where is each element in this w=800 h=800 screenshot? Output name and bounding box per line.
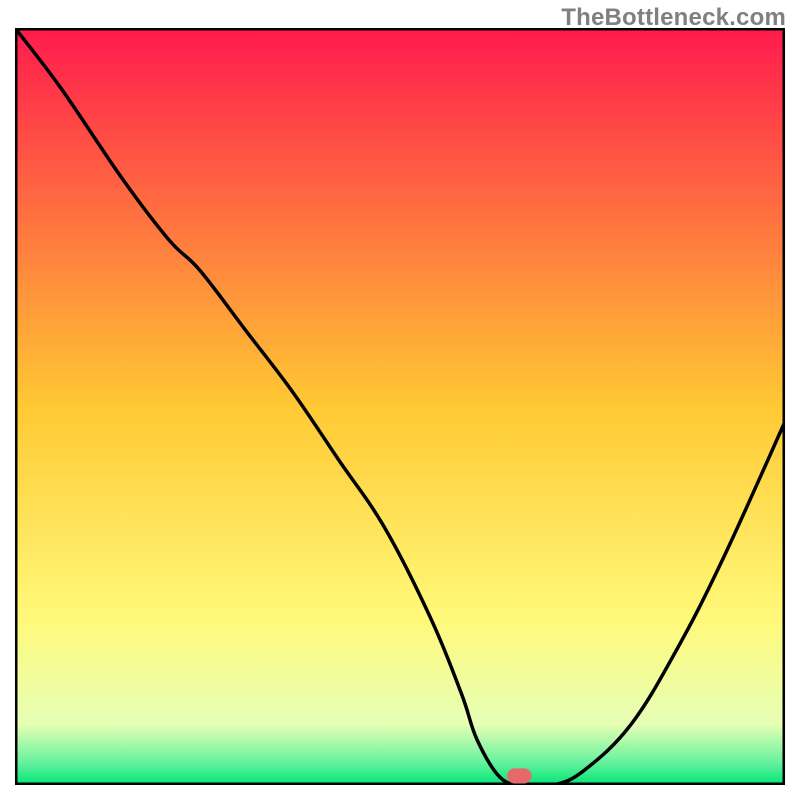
chart-svg (15, 28, 785, 785)
gradient-background (15, 28, 785, 785)
chart-container: TheBottleneck.com (0, 0, 800, 800)
optimal-point-marker (507, 768, 532, 783)
plot-area (15, 28, 785, 785)
